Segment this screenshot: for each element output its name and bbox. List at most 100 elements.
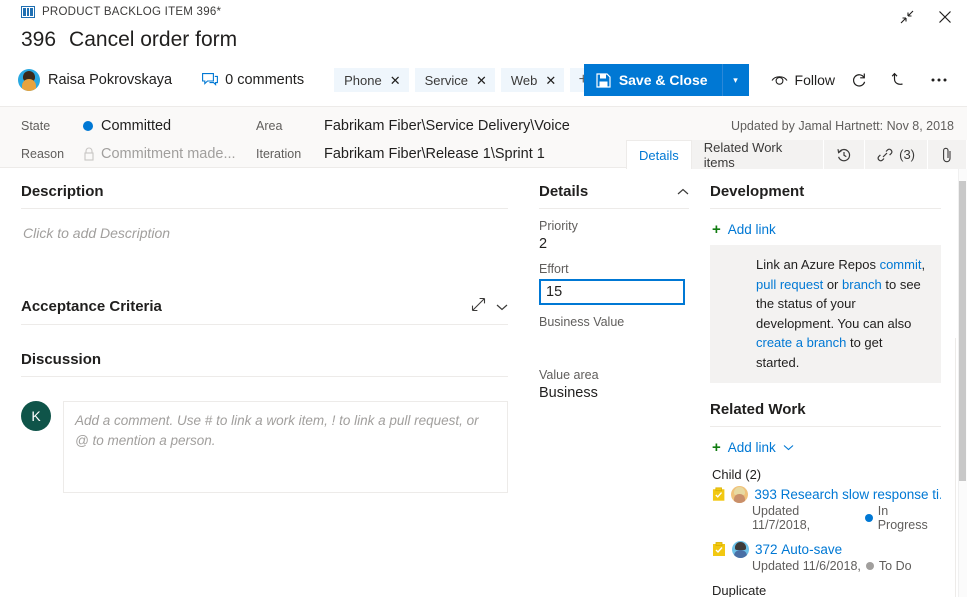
chevron-down-icon [496, 303, 508, 311]
task-icon [712, 542, 726, 557]
discussion-heading: Discussion [21, 351, 101, 368]
iteration-field-row[interactable]: Iteration Fabrikam Fiber\Release 1\Sprin… [256, 140, 570, 168]
development-heading: Development [710, 183, 804, 200]
related-group-label: Duplicate [712, 583, 941, 597]
related-work-rule [710, 426, 941, 427]
tab-links[interactable]: (3) [865, 140, 928, 169]
save-and-close-button[interactable]: Save & Close ▾ [584, 64, 749, 96]
description-input[interactable]: Click to add Description [21, 219, 508, 241]
priority-value[interactable]: 2 [539, 236, 689, 252]
details-collapse-button[interactable] [677, 183, 689, 200]
dev-note-sep2: or [823, 277, 842, 292]
acceptance-criteria-heading-row: Acceptance Criteria [21, 297, 508, 324]
comment-icon [202, 73, 218, 87]
revert-button[interactable] [883, 64, 915, 96]
related-item-title-row[interactable]: 372 Auto-save [712, 541, 941, 558]
work-item-type-label: PRODUCT BACKLOG ITEM 396* [42, 6, 221, 18]
title-row: 396 Cancel order form [21, 28, 237, 52]
state-field-row[interactable]: State Committed [21, 112, 236, 140]
related-item-title[interactable]: 393 Research slow response ti... [754, 487, 941, 502]
tab-related-work-items-label: Related Work items [704, 140, 811, 170]
discussion-compose-row: K Add a comment. Use # to link a work it… [21, 387, 508, 493]
save-and-close-main[interactable]: Save & Close [584, 72, 722, 88]
save-options-caret[interactable]: ▾ [723, 75, 749, 86]
iteration-value: Fabrikam Fiber\Release 1\Sprint 1 [324, 146, 545, 162]
reason-value: Commitment made... [101, 146, 236, 162]
comment-input[interactable]: Add a comment. Use # to link a work item… [63, 401, 508, 493]
follow-label: Follow [795, 72, 835, 88]
details-rule [539, 208, 689, 209]
plus-icon: + [712, 222, 721, 237]
dev-note-create-branch-link[interactable]: create a branch [756, 335, 846, 350]
related-item-updated: Updated 11/6/2018, [752, 559, 861, 573]
vertical-scrollbar[interactable] [958, 169, 967, 597]
related-item-title-row[interactable]: 393 Research slow response ti... [712, 486, 941, 503]
area-field-row[interactable]: Area Fabrikam Fiber\Service Delivery\Voi… [256, 112, 570, 140]
state-value: Committed [101, 118, 171, 134]
undo-icon [891, 72, 907, 88]
details-column: Details Priority 2 Effort Business Value… [530, 169, 705, 597]
value-area-label: Value area [539, 368, 689, 382]
value-area-value[interactable]: Business [539, 385, 689, 401]
tab-related-work-items[interactable]: Related Work items [692, 140, 824, 169]
tag-chip[interactable]: Phone ✕ [334, 68, 409, 92]
related-item-title[interactable]: 372 Auto-save [755, 542, 842, 557]
plus-icon: + [712, 440, 721, 455]
header-meta-row: Raisa Pokrovskaya 0 comments Phone ✕ Ser… [18, 64, 596, 96]
tab-history[interactable] [824, 140, 865, 169]
work-item-title[interactable]: Cancel order form [69, 28, 237, 52]
tab-details[interactable]: Details [626, 140, 692, 169]
reason-label: Reason [21, 147, 83, 161]
state-label: State [21, 119, 83, 133]
tag-remove-icon[interactable]: ✕ [390, 74, 401, 87]
work-item-form: PRODUCT BACKLOG ITEM 396* 396 Cancel ord… [0, 0, 967, 597]
follow-button[interactable]: Follow [771, 72, 835, 88]
state-field-group: State Committed Reason Commitment made..… [21, 112, 236, 168]
form-body: Description Click to add Description Acc… [0, 169, 967, 597]
restore-down-button[interactable] [893, 4, 921, 30]
comments-link[interactable]: 0 comments [202, 72, 304, 88]
collapse-button[interactable] [496, 298, 508, 315]
attachment-icon [940, 147, 954, 163]
description-heading: Description [21, 183, 104, 200]
assignee-name: Raisa Pokrovskaya [48, 72, 172, 88]
acceptance-criteria-tools [471, 297, 508, 316]
acceptance-criteria-rule [21, 324, 508, 325]
related-item-avatar [731, 486, 748, 503]
related-item-status: To Do [879, 559, 912, 573]
business-value-label: Business Value [539, 315, 689, 329]
status-dot-icon [865, 514, 873, 522]
close-button[interactable] [931, 4, 959, 30]
development-add-link[interactable]: + Add link [710, 219, 941, 245]
tab-attachments[interactable] [928, 140, 967, 169]
assigned-to-field[interactable]: Raisa Pokrovskaya [18, 69, 172, 91]
save-and-close-label: Save & Close [619, 72, 708, 88]
follow-eye-icon [771, 74, 788, 87]
development-rule [710, 208, 941, 209]
work-item-type-row: PRODUCT BACKLOG ITEM 396* [21, 6, 221, 18]
acceptance-criteria-heading: Acceptance Criteria [21, 298, 162, 315]
history-icon [836, 147, 852, 163]
business-value-value[interactable] [539, 332, 689, 358]
dev-note-commit-link[interactable]: commit [880, 257, 922, 272]
tag-remove-icon[interactable]: ✕ [545, 74, 556, 87]
dev-note-pull-request-link[interactable]: pull request [756, 277, 823, 292]
expand-button[interactable] [471, 297, 486, 316]
tag-chip[interactable]: Service ✕ [415, 68, 495, 92]
more-options-icon [930, 77, 948, 83]
work-item-id: 396 [21, 28, 56, 52]
reason-field-row: Reason Commitment made... [21, 140, 236, 168]
dev-note-branch-link[interactable]: branch [842, 277, 882, 292]
scrollbar-thumb[interactable] [959, 181, 966, 481]
related-work-add-link[interactable]: + Add link [710, 437, 941, 463]
more-options-button[interactable] [923, 64, 955, 96]
related-work-item: 372 Auto-save Updated 11/6/2018, To Do [712, 541, 941, 573]
tag-chip[interactable]: Web ✕ [501, 68, 564, 92]
effort-input[interactable] [539, 279, 685, 305]
form-header: PRODUCT BACKLOG ITEM 396* 396 Cancel ord… [0, 0, 967, 106]
related-work-item: 393 Research slow response ti... Updated… [712, 486, 941, 532]
header-actions: Save & Close ▾ Follow [584, 64, 955, 96]
tag-remove-icon[interactable]: ✕ [476, 74, 487, 87]
refresh-button[interactable] [843, 64, 875, 96]
status-dot-icon [866, 562, 874, 570]
